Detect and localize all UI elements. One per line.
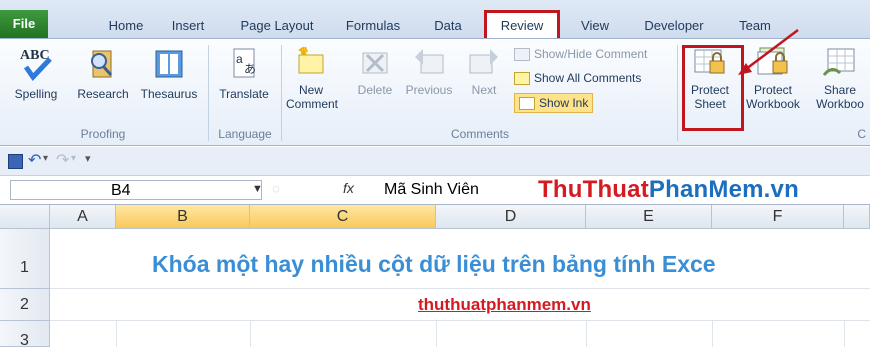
redo-icon[interactable]: ↷ [56,150,69,170]
column-header-c[interactable]: C [250,205,436,229]
column-header-e[interactable]: E [586,205,712,229]
row-header-1[interactable]: 1 [0,229,50,289]
column-header-a[interactable]: A [50,205,116,229]
name-box-dropdown-icon[interactable]: ▼ [252,183,263,195]
formula-input[interactable]: Mã Sinh Viên [384,178,479,202]
grid-line [712,321,713,347]
merged-title-cell[interactable]: Khóa một hay nhiều cột dữ liệu trên bảng… [152,249,716,279]
row-header-2[interactable]: 2 [0,289,50,321]
grid-line [250,321,251,347]
row-header-3[interactable]: 3 [0,321,50,349]
quick-access-toolbar: ↶ ▾ ↷ ▾ ▾ [0,147,870,176]
grid-line [50,288,870,289]
customize-toolbar-icon[interactable]: ▾ [85,152,91,165]
grid-line [436,321,437,347]
website-link-cell[interactable]: thuthuatphanmem.vn [418,294,591,316]
grid-line [50,320,870,321]
grid-line [116,321,117,347]
formula-bar: B4 ▼ ◌ fx Mã Sinh Viên ThuThuatPhanMem.v… [0,176,870,205]
column-header-b[interactable]: B [116,205,250,229]
column-header-g[interactable] [844,205,870,229]
column-header-f[interactable]: F [712,205,844,229]
name-box[interactable]: B4 [10,180,262,200]
formula-bar-resize-icon[interactable]: ◌ [272,181,280,196]
site-watermark: ThuThuatPhanMem.vn [538,176,799,203]
insert-function-button[interactable]: fx [343,180,354,196]
grid-line [844,321,845,347]
select-all-corner[interactable] [0,205,50,229]
grid-line [586,321,587,347]
redo-dropdown-icon[interactable]: ▾ [71,153,76,164]
column-header-d[interactable]: D [436,205,586,229]
undo-icon[interactable]: ↶ [28,150,41,170]
undo-dropdown-icon[interactable]: ▾ [43,153,48,164]
save-icon[interactable] [8,154,23,169]
